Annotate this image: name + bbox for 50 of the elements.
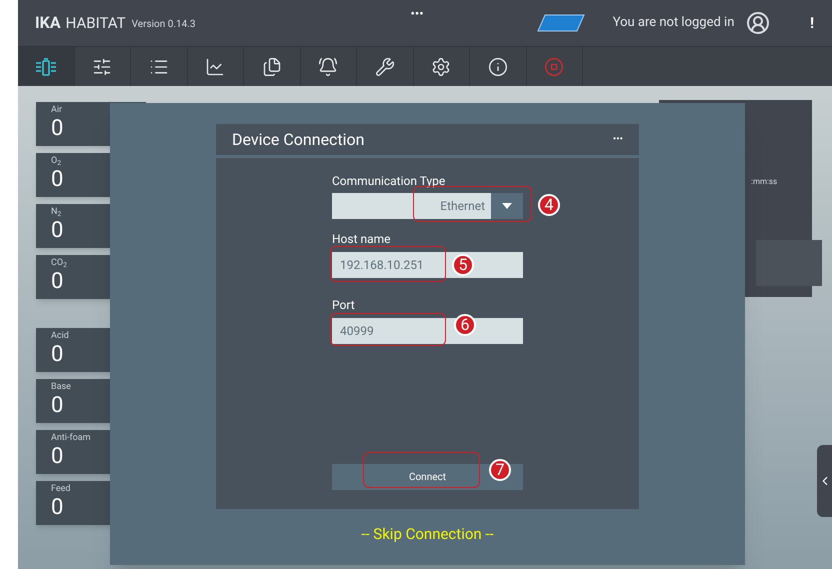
select-value: Ethernet xyxy=(439,198,486,215)
toolbar-button[interactable] xyxy=(188,47,244,86)
documents-icon xyxy=(262,56,282,76)
alarm-bell-icon xyxy=(318,56,338,76)
user-icon[interactable] xyxy=(746,11,770,35)
tile-label: Base xyxy=(51,381,72,393)
tile-label: Acid xyxy=(51,330,70,342)
tile-label: Feed xyxy=(51,483,72,495)
tile-value: 0 xyxy=(51,116,64,142)
stop-icon xyxy=(544,56,564,76)
dropdown-arrow-icon xyxy=(502,203,512,209)
tile-value: 0 xyxy=(51,218,64,244)
tile-label: CO$_{2}$ xyxy=(51,257,68,269)
field-label: Port xyxy=(332,298,356,312)
status-indicator-icon xyxy=(536,14,585,32)
dropdown-button[interactable] xyxy=(491,193,523,219)
tile-value: 0 xyxy=(51,167,64,193)
tile-value: 0 xyxy=(51,269,64,295)
line-chart-icon xyxy=(205,56,226,76)
alert-indicator[interactable]: ! xyxy=(810,12,814,34)
tile-value: 0 xyxy=(51,393,64,419)
toolbar-button[interactable] xyxy=(414,47,470,86)
brand-name: HABITAT xyxy=(66,12,126,34)
settings-icon xyxy=(431,56,452,76)
tile-value: 0 xyxy=(51,495,64,521)
side-panel-handle[interactable] xyxy=(817,445,832,517)
brand-bold: IKA xyxy=(35,12,61,34)
toolbar-button[interactable] xyxy=(74,47,131,86)
toolbar-button[interactable] xyxy=(300,47,357,86)
communication-type-select[interactable]: Ethernet xyxy=(332,193,523,219)
tile-label: Air xyxy=(51,104,64,116)
field-label: Communication Type xyxy=(332,174,446,188)
tile-label: O$_{2}$ xyxy=(51,155,62,167)
toolbar-button[interactable] xyxy=(18,47,74,86)
tile-value: 0 xyxy=(51,444,64,470)
dialog-title: Device Connection xyxy=(232,128,365,150)
tile-label: Anti-foam xyxy=(51,432,92,444)
dialog-menu[interactable]: ••• xyxy=(612,132,623,147)
time-format-text: :mm:ss xyxy=(751,176,778,188)
field-label: Host name xyxy=(332,232,392,246)
reactor-icon xyxy=(34,56,57,78)
skip-connection-link[interactable]: -- Skip Connection -- xyxy=(361,523,494,546)
wrench-icon xyxy=(374,56,395,76)
menu-dots[interactable]: ••• xyxy=(410,5,424,25)
tile-label: N$_{2}$ xyxy=(51,206,62,218)
sliders-icon xyxy=(92,56,112,76)
tile-value: 0 xyxy=(51,342,64,368)
version-text: Version 0.14.3 xyxy=(132,18,196,32)
login-status[interactable]: You are not logged in xyxy=(612,13,734,33)
info-icon xyxy=(488,56,508,76)
